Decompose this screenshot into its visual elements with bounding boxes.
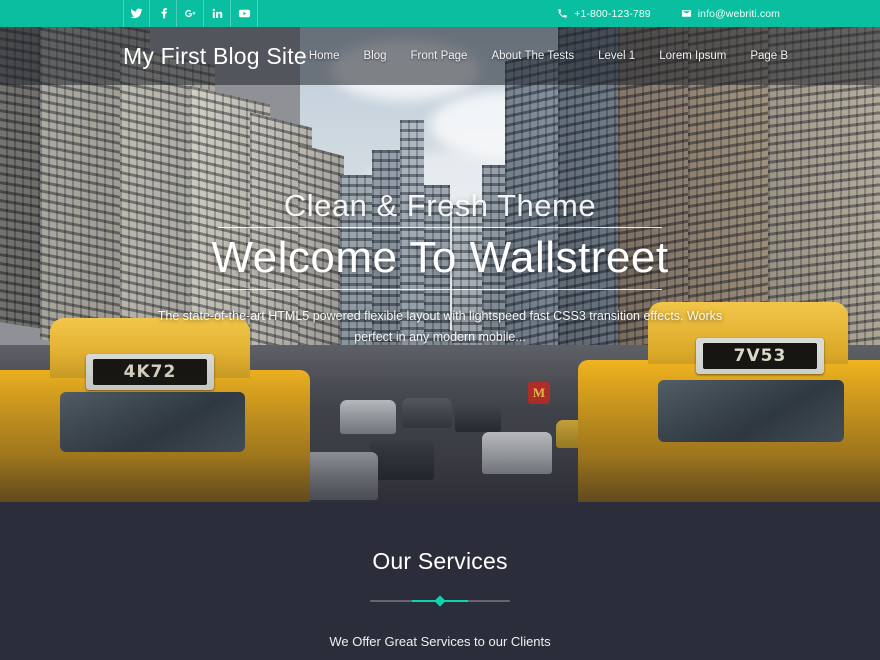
section-divider [370, 595, 510, 607]
social-links [123, 0, 258, 27]
hero-caption: Clean & Fresh Theme Welcome To Wallstree… [0, 185, 880, 348]
hero-title: Welcome To Wallstreet [211, 233, 669, 282]
hero-rule-top [218, 227, 662, 228]
phone-contact[interactable]: +1-800-123-789 [557, 7, 651, 20]
nav-item-front-page[interactable]: Front Page [409, 46, 470, 66]
nav-item-level-1[interactable]: Level 1 [596, 46, 637, 66]
hero-description: The state-of-the-art HTML5 powered flexi… [157, 309, 723, 344]
nav-item-blog[interactable]: Blog [362, 46, 389, 66]
envelope-icon [681, 8, 692, 19]
nav-item-page-b[interactable]: Page B [748, 46, 790, 66]
scene-haze [0, 352, 880, 502]
services-title: Our Services [372, 548, 508, 574]
services-subtitle: We Offer Great Services to our Clients [329, 634, 551, 649]
google-plus-icon[interactable] [177, 0, 204, 27]
email-contact[interactable]: info@webriti.com [681, 8, 780, 20]
youtube-icon[interactable] [231, 0, 258, 27]
contact-info: +1-800-123-789 info@webriti.com [557, 0, 780, 27]
hero-subtitle: Clean & Fresh Theme [283, 188, 597, 223]
linkedin-icon[interactable] [204, 0, 231, 27]
page-root: M 4K72 7V53 [0, 0, 880, 660]
hero-rule-bottom-wrap [0, 289, 880, 290]
facebook-icon[interactable] [150, 0, 177, 27]
site-title[interactable]: My First Blog Site [123, 43, 307, 70]
phone-number: +1-800-123-789 [574, 7, 651, 20]
top-bar: +1-800-123-789 info@webriti.com [0, 0, 880, 27]
nav-item-about-the-tests[interactable]: About The Tests [489, 46, 576, 66]
phone-icon [557, 8, 568, 19]
divider-diamond-icon [434, 595, 446, 607]
nav-item-home[interactable]: Home [307, 46, 342, 66]
services-section: Our Services We Offer Great Services to … [0, 502, 880, 660]
email-address: info@webriti.com [697, 7, 780, 20]
main-navigation: Home Blog Front Page About The Tests Lev… [307, 46, 790, 66]
hero-rule-bottom [218, 289, 662, 290]
nav-item-lorem-ipsum[interactable]: Lorem Ipsum [657, 46, 728, 66]
twitter-icon[interactable] [123, 0, 150, 27]
site-header: My First Blog Site Home Blog Front Page … [0, 27, 880, 85]
